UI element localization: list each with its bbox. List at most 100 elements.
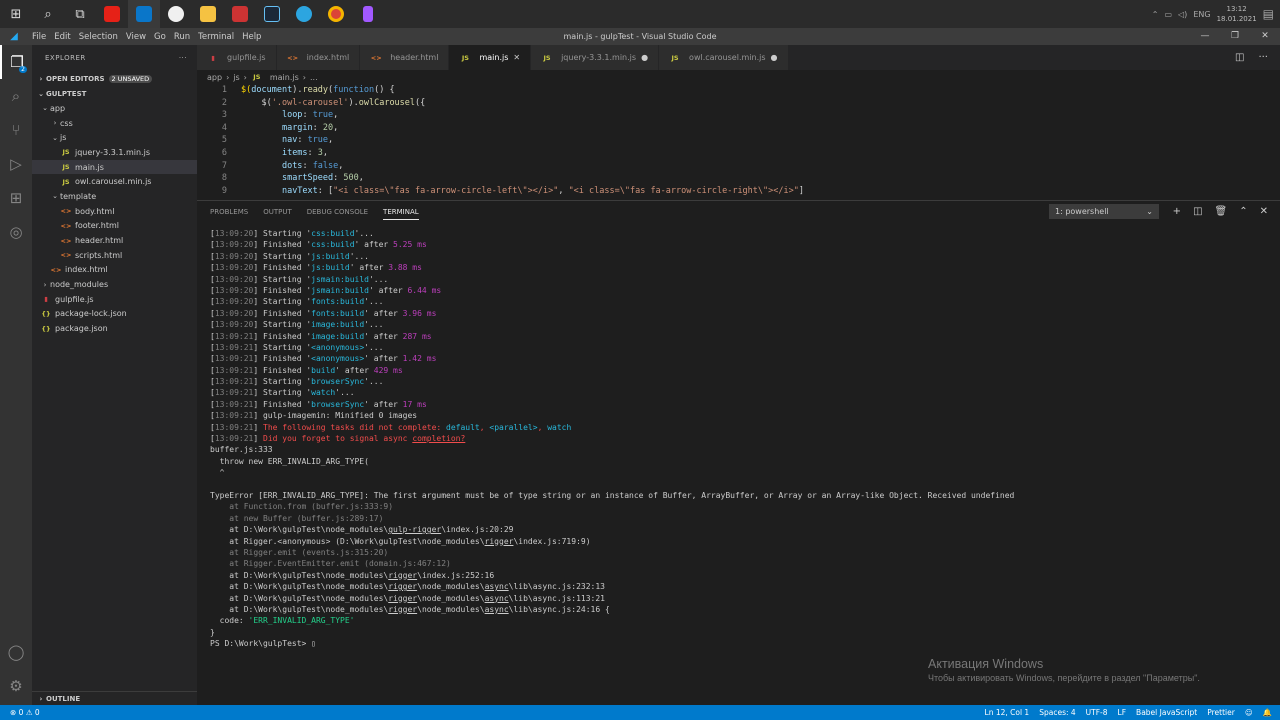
tab-header-html[interactable]: <> header.html [360,45,450,70]
source-control-icon[interactable]: ⑂ [0,113,32,147]
chrome-app-icon[interactable] [320,0,352,28]
unsaved-dot-icon[interactable]: ● [771,53,778,62]
tree-item[interactable]: ⌄ template [32,189,197,204]
code-editor[interactable]: 1 $(document).ready(function() {2 $('.owl… [197,84,1280,199]
manage-gear-icon[interactable]: ⚙ [0,669,32,703]
tree-item[interactable]: ⌄ js [32,130,197,145]
tree-item[interactable]: {} package-lock.json [32,307,197,322]
menu-view[interactable]: View [126,32,146,42]
search-view-icon[interactable]: ⌕ [0,79,32,113]
status-item[interactable]: 🔔 [1263,708,1272,717]
search-icon[interactable]: ⌕ [32,0,64,28]
figma-app-icon[interactable] [352,0,384,28]
tab-gulpfile-js[interactable]: ▮ gulpfile.js [197,45,277,70]
status-item[interactable]: UTF-8 [1086,708,1108,717]
windows-taskbar: ⊞ ⌕ ⧉ ⌃ ▭ ◁) ENG 13:12 18.01.2021 ▤ [0,0,1280,28]
maximize-panel-icon[interactable]: ⌃ [1239,206,1247,217]
restore-button[interactable]: ❐ [1220,28,1250,45]
tree-item[interactable]: {} package.json [32,321,197,336]
problems-indicator[interactable]: ⊗ 0 ⚠ 0 [0,708,40,717]
tree-item[interactable]: <> scripts.html [32,248,197,263]
telegram-app-icon[interactable] [288,0,320,28]
tree-item[interactable]: <> body.html [32,204,197,219]
more-actions-icon[interactable]: ··· [179,54,187,62]
remote-explorer-icon[interactable]: ◎ [0,215,32,249]
panel-tab-output[interactable]: OUTPUT [263,208,292,216]
task-view-icon[interactable]: ⧉ [64,0,96,28]
split-terminal-icon[interactable]: ◫ [1193,206,1202,217]
youtube-app-icon[interactable] [96,0,128,28]
minimize-button[interactable]: — [1190,28,1220,45]
breadcrumb-item[interactable]: app [207,73,222,82]
tree-item-label: node_modules [50,280,109,290]
split-editor-icon[interactable]: ◫ [1235,52,1244,63]
breadcrumb-item[interactable]: main.js [270,73,299,82]
account-icon[interactable]: ◯ [0,635,32,669]
menu-file[interactable]: File [32,32,46,42]
code-token: true [307,135,329,146]
extensions-icon[interactable]: ⊞ [0,181,32,215]
workspace-root-section[interactable]: ⌄ GULPTEST [32,86,197,101]
volume-icon[interactable]: ◁) [1178,10,1187,19]
tree-item[interactable]: JS jquery-3.3.1.min.js [32,145,197,160]
mail-app-icon[interactable] [224,0,256,28]
explorer-icon[interactable]: ❐ 2 [0,45,32,79]
panel-tab-debug-console[interactable]: DEBUG CONSOLE [307,208,368,216]
more-actions-icon[interactable]: ··· [1258,52,1268,63]
menu-help[interactable]: Help [242,32,261,42]
breadcrumb-item[interactable]: js [233,73,239,82]
menu-selection[interactable]: Selection [79,32,118,42]
close-window-button[interactable]: ✕ [1250,28,1280,45]
menu-go[interactable]: Go [154,32,166,42]
unsaved-dot-icon[interactable]: ● [641,53,648,62]
tree-item[interactable]: JS owl.carousel.min.js [32,174,197,189]
clock[interactable]: 13:12 18.01.2021 [1217,4,1257,24]
github-app-icon[interactable] [160,0,192,28]
steam-app-icon[interactable] [256,0,288,28]
status-item[interactable]: Babel JavaScript [1136,708,1197,717]
kill-terminal-icon[interactable]: 🗑 [1215,206,1228,217]
status-item[interactable]: Prettier [1207,708,1235,717]
tree-item[interactable]: ▮ gulpfile.js [32,292,197,307]
status-item[interactable]: Spaces: 4 [1039,708,1075,717]
status-item[interactable]: LF [1118,708,1127,717]
tab-jquery-3-3-1-min-js[interactable]: JS jquery-3.3.1.min.js ● [531,45,660,70]
tree-item[interactable]: › css [32,116,197,131]
file-explorer-icon[interactable] [192,0,224,28]
menu-terminal[interactable]: Terminal [198,32,234,42]
menu-run[interactable]: Run [174,32,190,42]
panel-tab-problems[interactable]: PROBLEMS [210,208,248,216]
status-item[interactable]: ☺ [1245,708,1253,717]
tree-item[interactable]: JS main.js [32,159,197,175]
new-terminal-icon[interactable]: + [1173,206,1181,217]
open-editors-section[interactable]: › OPEN EDITORS 2 UNSAVED [32,71,197,86]
close-panel-icon[interactable]: ✕ [1260,206,1268,217]
code-line: 7 dots: false, [197,160,1280,173]
menu-edit[interactable]: Edit [54,32,70,42]
tab-main-js[interactable]: JS main.js ✕ [449,45,532,70]
tree-item[interactable]: ⌄ app [32,101,197,116]
language-indicator[interactable]: ENG [1193,10,1210,19]
tab-index-html[interactable]: <> index.html [276,45,361,70]
tab-owl-carousel-min-js[interactable]: JS owl.carousel.min.js ● [659,45,789,70]
status-item[interactable]: Ln 12, Col 1 [985,708,1030,717]
panel-tab-terminal[interactable]: TERMINAL [383,208,419,220]
chevron-up-icon[interactable]: ⌃ [1152,10,1159,19]
vscode-app-icon[interactable] [128,0,160,28]
terminal-token: ] Starting ' [253,297,312,307]
outline-section[interactable]: › OUTLINE [32,691,197,705]
windows-start-icon[interactable]: ⊞ [0,0,32,28]
terminal-output[interactable]: [13:09:20] Starting 'css:build'... [13:09… [210,228,1270,678]
terminal-token: watch [547,422,572,432]
close-tab-icon[interactable]: ✕ [513,53,520,62]
tree-item[interactable]: <> header.html [32,233,197,248]
tree-item[interactable]: <> index.html [32,263,197,278]
tree-item[interactable]: <> footer.html [32,219,197,234]
network-icon[interactable]: ▭ [1164,10,1172,19]
terminal-select[interactable]: 1: powershell ⌄ [1049,204,1159,219]
run-debug-icon[interactable]: ▷ [0,147,32,181]
tree-item[interactable]: › node_modules [32,277,197,292]
breadcrumb-item[interactable]: ... [310,73,318,82]
notifications-icon[interactable]: ▤ [1263,7,1274,21]
